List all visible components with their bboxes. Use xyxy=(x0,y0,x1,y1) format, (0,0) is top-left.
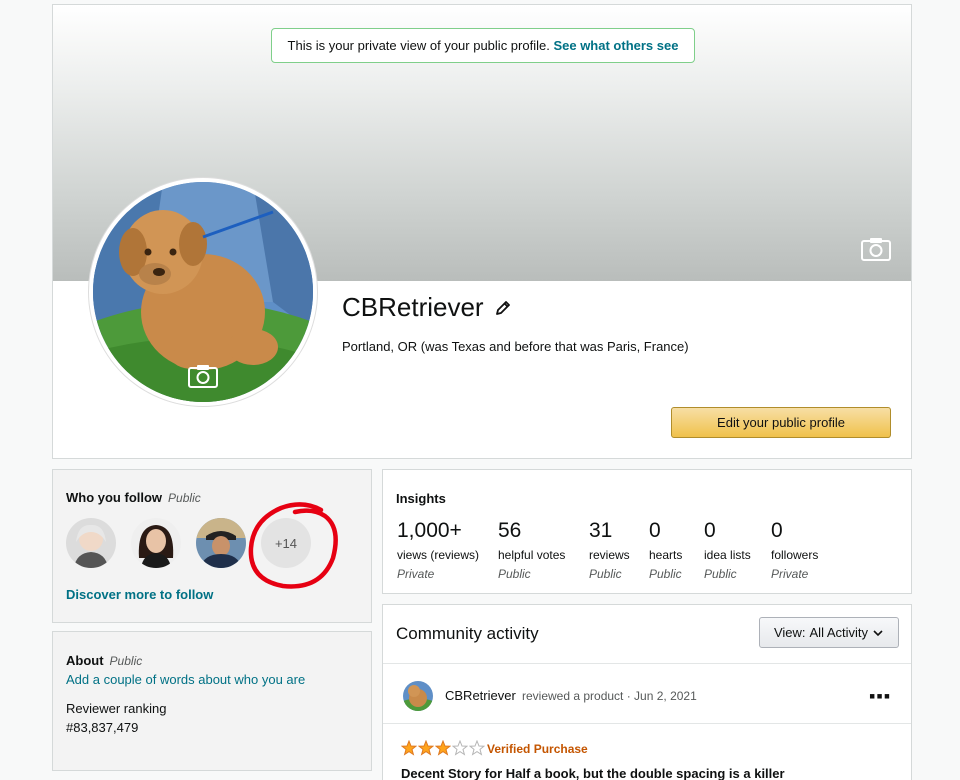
community-activity-card: Community activity View: All Activity CB… xyxy=(382,604,912,780)
stat-label: idea lists xyxy=(704,548,751,562)
star-filled-icon xyxy=(418,740,434,756)
about-heading: About Public xyxy=(66,653,142,668)
who-you-follow-heading: Who you follow Public xyxy=(66,490,201,505)
stat-value: 0 xyxy=(704,519,716,542)
star-empty-icon xyxy=(469,740,485,756)
insight-stat-views: 1,000+ views (reviews) Private xyxy=(397,518,479,581)
avatar-image xyxy=(403,681,433,711)
divider xyxy=(383,663,911,664)
who-you-follow-title: Who you follow xyxy=(66,490,163,505)
about-card: About Public Add a couple of words about … xyxy=(52,631,372,771)
stat-visibility: Private xyxy=(397,567,435,581)
activity-username[interactable]: CBRetriever xyxy=(445,688,516,703)
reviewer-ranking-label: Reviewer ranking xyxy=(66,701,167,716)
add-about-link[interactable]: Add a couple of words about who you are xyxy=(66,672,305,687)
stat-value: 1,000+ xyxy=(397,519,462,542)
star-empty-icon xyxy=(452,740,468,756)
insight-stat-helpful-votes: 56 helpful votes Public xyxy=(498,518,565,581)
discover-more-to-follow-link[interactable]: Discover more to follow xyxy=(66,587,213,602)
more-options-icon[interactable]: ▪▪▪ xyxy=(869,686,891,707)
stat-label: views (reviews) xyxy=(397,548,480,562)
view-select-label: View: xyxy=(773,625,806,640)
stat-visibility: Public xyxy=(589,567,622,581)
stat-visibility: Private xyxy=(771,567,809,581)
insight-stat-idea-lists: 0 idea lists Public xyxy=(704,518,751,581)
star-rating xyxy=(401,740,485,756)
about-visibility: Public xyxy=(109,654,143,668)
community-activity-heading: Community activity xyxy=(396,624,539,643)
insights-card: Insights 1,000+ views (reviews) Private … xyxy=(382,469,912,594)
reviewer-ranking-value: #83,837,479 xyxy=(66,720,139,735)
red-circle-annotation xyxy=(248,502,338,589)
star-filled-icon xyxy=(401,740,417,756)
username-row: CBRetriever xyxy=(342,292,512,323)
private-view-text: This is your private view of your public… xyxy=(287,38,550,53)
who-you-follow-card: Who you follow Public +14 Discover more … xyxy=(52,469,372,623)
stat-label: followers xyxy=(771,548,819,562)
activity-user-avatar[interactable] xyxy=(403,681,433,711)
profile-header-card: This is your private view of your public… xyxy=(52,4,912,459)
activity-description: reviewed a product · Jun 2, 2021 xyxy=(522,689,697,703)
followed-user-photo xyxy=(131,518,181,568)
stat-value: 0 xyxy=(649,519,661,542)
camera-icon[interactable] xyxy=(188,364,218,388)
divider xyxy=(383,723,911,724)
followed-user-photo xyxy=(66,518,116,568)
view-select-value: All Activity xyxy=(809,625,869,640)
stat-visibility: Public xyxy=(498,567,531,581)
stat-label: hearts xyxy=(649,548,683,562)
private-view-notice: This is your private view of your public… xyxy=(271,28,695,63)
profile-username: CBRetriever xyxy=(342,292,484,322)
see-what-others-see-link[interactable]: See what others see xyxy=(553,38,678,53)
stat-visibility: Public xyxy=(704,567,737,581)
profile-avatar[interactable] xyxy=(89,178,317,406)
stat-value: 31 xyxy=(589,519,613,542)
pencil-edit-icon[interactable] xyxy=(494,299,512,317)
review-title[interactable]: Decent Story for Half a book, but the do… xyxy=(401,766,785,780)
about-title: About xyxy=(66,653,104,668)
insights-heading: Insights xyxy=(396,491,446,506)
verified-purchase-badge: Verified Purchase xyxy=(487,742,588,756)
insight-stat-followers: 0 followers Private xyxy=(771,518,818,581)
profile-location: Portland, OR (was Texas and before that … xyxy=(342,339,689,354)
stat-value: 56 xyxy=(498,519,522,542)
edit-public-profile-button[interactable]: Edit your public profile xyxy=(671,407,891,438)
stat-label: helpful votes xyxy=(498,548,566,562)
stat-label: reviews xyxy=(589,548,630,562)
chevron-down-icon xyxy=(873,629,883,636)
followed-user-avatar[interactable] xyxy=(196,518,246,568)
followed-user-avatar[interactable] xyxy=(66,518,116,568)
followed-user-avatar[interactable] xyxy=(131,518,181,568)
followed-user-photo xyxy=(196,518,246,568)
stat-visibility: Public xyxy=(649,567,682,581)
camera-icon[interactable] xyxy=(861,237,891,261)
follow-visibility: Public xyxy=(168,491,201,505)
insight-stat-hearts: 0 hearts Public xyxy=(649,518,682,581)
activity-view-dropdown[interactable]: View: All Activity xyxy=(759,617,899,648)
insight-stat-reviews: 31 reviews Public xyxy=(589,518,630,581)
stat-value: 0 xyxy=(771,519,783,542)
star-filled-icon xyxy=(435,740,451,756)
